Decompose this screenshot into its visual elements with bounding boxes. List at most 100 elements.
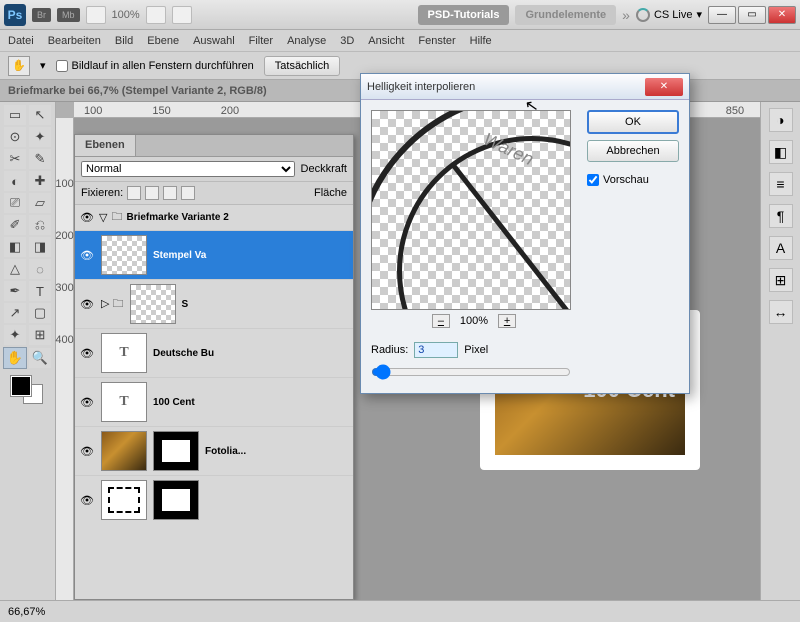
- layer-item[interactable]: 👁T100 Cent: [75, 377, 353, 426]
- lock-position-icon[interactable]: [163, 186, 177, 200]
- tool[interactable]: ✦: [28, 126, 52, 148]
- visibility-icon[interactable]: 👁: [79, 298, 95, 311]
- dialog-preview[interactable]: Waren: [371, 110, 571, 310]
- layer-item[interactable]: 👁▷ 🗀S: [75, 279, 353, 328]
- menu-3d[interactable]: 3D: [340, 35, 354, 47]
- tool[interactable]: ✚: [28, 170, 52, 192]
- hand-tool[interactable]: ✋: [3, 347, 27, 369]
- cslive-button[interactable]: CS Live ▾: [636, 8, 702, 22]
- menu-fenster[interactable]: Fenster: [418, 35, 455, 47]
- menu-analyse[interactable]: Analyse: [287, 35, 326, 47]
- tool[interactable]: ✐: [3, 214, 27, 236]
- lock-all-icon[interactable]: [181, 186, 195, 200]
- histogram-panel-icon[interactable]: ↔: [769, 300, 793, 324]
- tool[interactable]: ◨: [28, 236, 52, 258]
- layer-thumbnail[interactable]: [101, 431, 147, 471]
- lock-pixels-icon[interactable]: [145, 186, 159, 200]
- layer-mask-thumbnail[interactable]: [153, 480, 199, 520]
- layer-thumbnail[interactable]: T: [101, 382, 147, 422]
- tool[interactable]: ◐: [3, 170, 27, 192]
- layer-thumbnail[interactable]: [130, 284, 176, 324]
- tool[interactable]: ✦: [3, 324, 27, 346]
- layers-tab[interactable]: Ebenen: [75, 135, 136, 156]
- tool[interactable]: ✎: [28, 148, 52, 170]
- tool[interactable]: ↖: [28, 104, 52, 126]
- swatches-panel-icon[interactable]: ◧: [769, 140, 793, 164]
- tool[interactable]: ◧: [3, 236, 27, 258]
- dialog-titlebar[interactable]: Helligkeit interpolieren ✕: [361, 74, 689, 100]
- hand-tool-icon[interactable]: ✋: [8, 56, 30, 76]
- layer-item[interactable]: 👁TDeutsche Bu: [75, 328, 353, 377]
- layer-item[interactable]: 👁Stempel Va: [75, 230, 353, 279]
- menu-ebene[interactable]: Ebene: [147, 35, 179, 47]
- blend-mode-select[interactable]: Normal: [81, 161, 295, 177]
- navigator-panel-icon[interactable]: ⊞: [769, 268, 793, 292]
- bridge-tab[interactable]: Br: [32, 8, 51, 22]
- tool[interactable]: T: [28, 280, 52, 302]
- visibility-icon[interactable]: 👁: [79, 249, 95, 262]
- menu-bearbeiten[interactable]: Bearbeiten: [48, 35, 101, 47]
- layer-thumbnail[interactable]: [101, 235, 147, 275]
- zoom-out-button[interactable]: –: [432, 314, 450, 328]
- arrange-icon[interactable]: [86, 6, 106, 24]
- tool[interactable]: ◌: [28, 258, 52, 280]
- layer-thumbnail[interactable]: T: [101, 333, 147, 373]
- extras-icon[interactable]: [146, 6, 166, 24]
- ok-button[interactable]: OK: [587, 110, 679, 134]
- menu-datei[interactable]: Datei: [8, 35, 34, 47]
- tool[interactable]: ⎚: [3, 192, 27, 214]
- chevron-down-icon[interactable]: ▾: [40, 59, 46, 72]
- lock-transparency-icon[interactable]: [127, 186, 141, 200]
- dialog-close-button[interactable]: ✕: [645, 78, 683, 96]
- minibridge-tab[interactable]: Mb: [57, 8, 80, 22]
- workspace-more-icon[interactable]: »: [622, 7, 630, 23]
- tool[interactable]: ✂: [3, 148, 27, 170]
- menu-hilfe[interactable]: Hilfe: [470, 35, 492, 47]
- zoom-tool[interactable]: 🔍: [28, 347, 52, 369]
- zoom-in-button[interactable]: +: [498, 314, 516, 328]
- menu-bild[interactable]: Bild: [115, 35, 133, 47]
- radius-slider[interactable]: [371, 364, 571, 380]
- scroll-all-checkbox[interactable]: Bildlauf in allen Fenstern durchführen: [56, 60, 254, 72]
- character-panel-icon[interactable]: A: [769, 236, 793, 260]
- close-button[interactable]: ✕: [768, 6, 796, 24]
- adjustments-panel-icon[interactable]: ≡: [769, 172, 793, 196]
- screen-mode-icon[interactable]: [172, 6, 192, 24]
- tool[interactable]: ⊞: [28, 324, 52, 346]
- foreground-swatch[interactable]: [11, 376, 31, 396]
- layer-item[interactable]: 👁Fotolia...: [75, 426, 353, 475]
- tool[interactable]: ⎌: [28, 214, 52, 236]
- layer-item[interactable]: 👁: [75, 475, 353, 524]
- menu-ansicht[interactable]: Ansicht: [368, 35, 404, 47]
- visibility-icon[interactable]: 👁: [79, 347, 95, 360]
- visibility-icon[interactable]: 👁: [79, 445, 95, 458]
- maximize-button[interactable]: ▭: [738, 6, 766, 24]
- color-swatches[interactable]: [11, 376, 45, 406]
- cancel-button[interactable]: Abbrechen: [587, 140, 679, 162]
- paragraph-panel-icon[interactable]: ¶: [769, 204, 793, 228]
- radius-input[interactable]: [414, 342, 458, 358]
- workspace-active[interactable]: PSD-Tutorials: [418, 5, 510, 25]
- disclosure-icon[interactable]: ▽: [99, 211, 107, 224]
- workspace-inactive[interactable]: Grundelemente: [515, 5, 616, 25]
- minimize-button[interactable]: —: [708, 6, 736, 24]
- layer-mask-thumbnail[interactable]: [153, 431, 199, 471]
- preview-checkbox[interactable]: Vorschau: [587, 174, 679, 186]
- zoom-level[interactable]: 66,67%: [8, 606, 45, 618]
- tool[interactable]: ▭: [3, 104, 27, 126]
- menu-filter[interactable]: Filter: [249, 35, 273, 47]
- tool[interactable]: ✒: [3, 280, 27, 302]
- subgroup-icon[interactable]: ▷ 🗀: [101, 295, 124, 314]
- tool[interactable]: ⊙: [3, 126, 27, 148]
- layer-group[interactable]: 👁 ▽ 🗀 Briefmarke Variante 2: [75, 205, 353, 230]
- layer-thumbnail[interactable]: [101, 480, 147, 520]
- tool[interactable]: ↗: [3, 302, 27, 324]
- visibility-icon[interactable]: 👁: [79, 494, 95, 507]
- tool[interactable]: △: [3, 258, 27, 280]
- tool[interactable]: ▱: [28, 192, 52, 214]
- tool[interactable]: ▢: [28, 302, 52, 324]
- visibility-icon[interactable]: 👁: [79, 396, 95, 409]
- actual-pixels-button[interactable]: Tatsächlich: [264, 56, 340, 76]
- zoom-indicator[interactable]: 100%: [112, 9, 140, 21]
- visibility-icon[interactable]: 👁: [79, 211, 95, 224]
